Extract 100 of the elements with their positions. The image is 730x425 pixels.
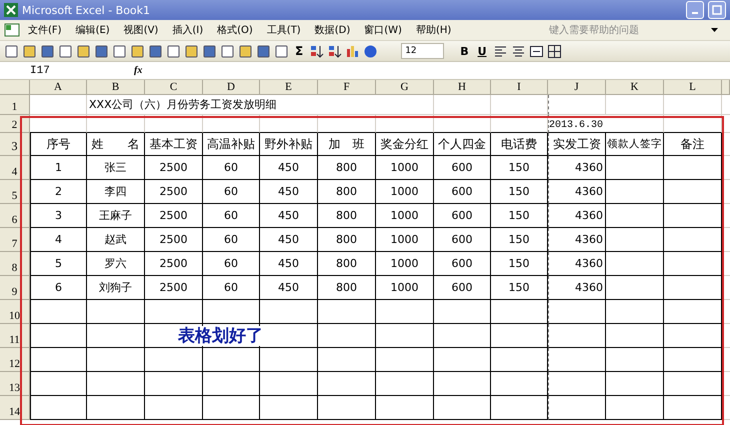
row-header[interactable]: 1 [0,95,30,115]
align-center-icon[interactable] [510,44,526,58]
menu-item[interactable]: 窗口(W) [358,23,408,37]
table-cell: 800 [318,252,376,276]
row-header[interactable]: 3 [0,133,30,156]
row-header[interactable]: 8 [0,252,30,276]
table-cell: 150 [491,204,548,228]
column-header[interactable]: E [260,80,318,95]
help-search-field[interactable]: 键入需要帮助的问题 [547,24,701,36]
table-cell [203,396,260,420]
name-box[interactable]: I17 [0,64,110,76]
table-cell [664,396,722,420]
column-header[interactable]: F [318,80,376,95]
row-header[interactable]: 13 [0,372,30,396]
table-cell [606,204,664,228]
empty-cell [376,95,434,115]
table-cell: 赵武 [87,228,145,252]
table-cell: 2500 [145,228,203,252]
window-title: Microsoft Excel - Book1 [22,4,150,16]
insert-function-button[interactable]: fx [110,65,152,76]
table-cell [606,348,664,372]
table-cell: 600 [434,180,491,204]
table-cell: 2500 [145,276,203,300]
table-cell [318,300,376,324]
bold-button[interactable]: B [457,44,472,58]
row-header[interactable]: 7 [0,228,30,252]
row-header[interactable]: 12 [0,348,30,372]
table-cell: 450 [260,180,318,204]
row-header[interactable]: 4 [0,156,30,180]
table-cell [376,348,434,372]
font-size-field[interactable]: 12 [401,43,444,59]
table-cell [664,276,722,300]
menu-item[interactable]: 插入(I) [166,23,210,37]
table-cell [606,396,664,420]
menu-item[interactable]: 帮助(H) [410,23,458,37]
table-cell [318,348,376,372]
column-header[interactable]: L [664,80,722,95]
table-cell [203,348,260,372]
row-header[interactable]: 9 [0,276,30,300]
menu-item[interactable]: 文件(F) [22,23,68,37]
column-heading-cell: 奖金分红 [376,133,434,156]
table-cell: 150 [491,156,548,180]
table-cell: 4360 [548,180,606,204]
row-header[interactable]: 10 [0,300,30,324]
chart-icon[interactable] [345,44,360,58]
empty-cell [145,115,203,133]
menu-item[interactable]: 格式(O) [211,23,259,37]
table-cell [376,396,434,420]
column-header[interactable]: J [548,80,606,95]
table-cell: 1000 [376,204,434,228]
table-cell: 4360 [548,228,606,252]
row-header[interactable]: 2 [0,115,30,133]
table-cell [664,324,722,348]
empty-cell [260,115,318,133]
autosum-button[interactable]: Σ [292,44,306,58]
row-header[interactable]: 5 [0,180,30,204]
excel-logo-icon [4,3,18,17]
empty-cell [434,95,491,115]
row-header[interactable]: 6 [0,204,30,228]
dropdown-arrow-icon[interactable] [711,28,718,32]
column-header[interactable]: I [491,80,548,95]
table-cell: 2500 [145,180,203,204]
date-cell: 2013.6.30 [548,115,664,133]
workbook-icon[interactable] [4,23,20,37]
sort-ascending-icon[interactable] [309,44,324,58]
table-cell [606,372,664,396]
table-cell [606,228,664,252]
maximize-icon [712,5,722,15]
column-header[interactable]: A [30,80,87,95]
menu-item[interactable]: 工具(T) [260,23,307,37]
menu-item[interactable]: 数据(D) [308,23,356,37]
column-heading-cell: 实发工资 [548,133,606,156]
table-cell [30,396,87,420]
column-heading-cell: 加 班 [318,133,376,156]
row-header[interactable]: 11 [0,324,30,348]
table-cell: 800 [318,228,376,252]
menu-item[interactable]: 视图(V) [118,23,164,37]
menu-item[interactable]: 编辑(E) [70,23,116,37]
table-cell: 6 [30,276,87,300]
table-cell [491,300,548,324]
column-header[interactable]: D [203,80,260,95]
table-cell: 60 [203,228,260,252]
row-header[interactable]: 14 [0,396,30,420]
sort-descending-icon[interactable] [327,44,342,58]
column-heading-cell: 姓 名 [87,133,145,156]
table-cell: 60 [203,276,260,300]
merge-center-icon[interactable] [528,44,544,58]
column-header[interactable]: H [434,80,491,95]
borders-icon[interactable] [546,44,562,58]
table-cell [87,396,145,420]
column-header[interactable]: C [145,80,203,95]
column-header[interactable]: K [606,80,664,95]
column-header[interactable]: B [87,80,145,95]
table-cell [203,372,260,396]
align-left-icon[interactable] [492,44,508,58]
underline-button[interactable]: U [474,44,490,58]
table-cell [664,348,722,372]
column-header[interactable]: G [376,80,434,95]
table-cell: 4360 [548,156,606,180]
table-cell: 150 [491,252,548,276]
